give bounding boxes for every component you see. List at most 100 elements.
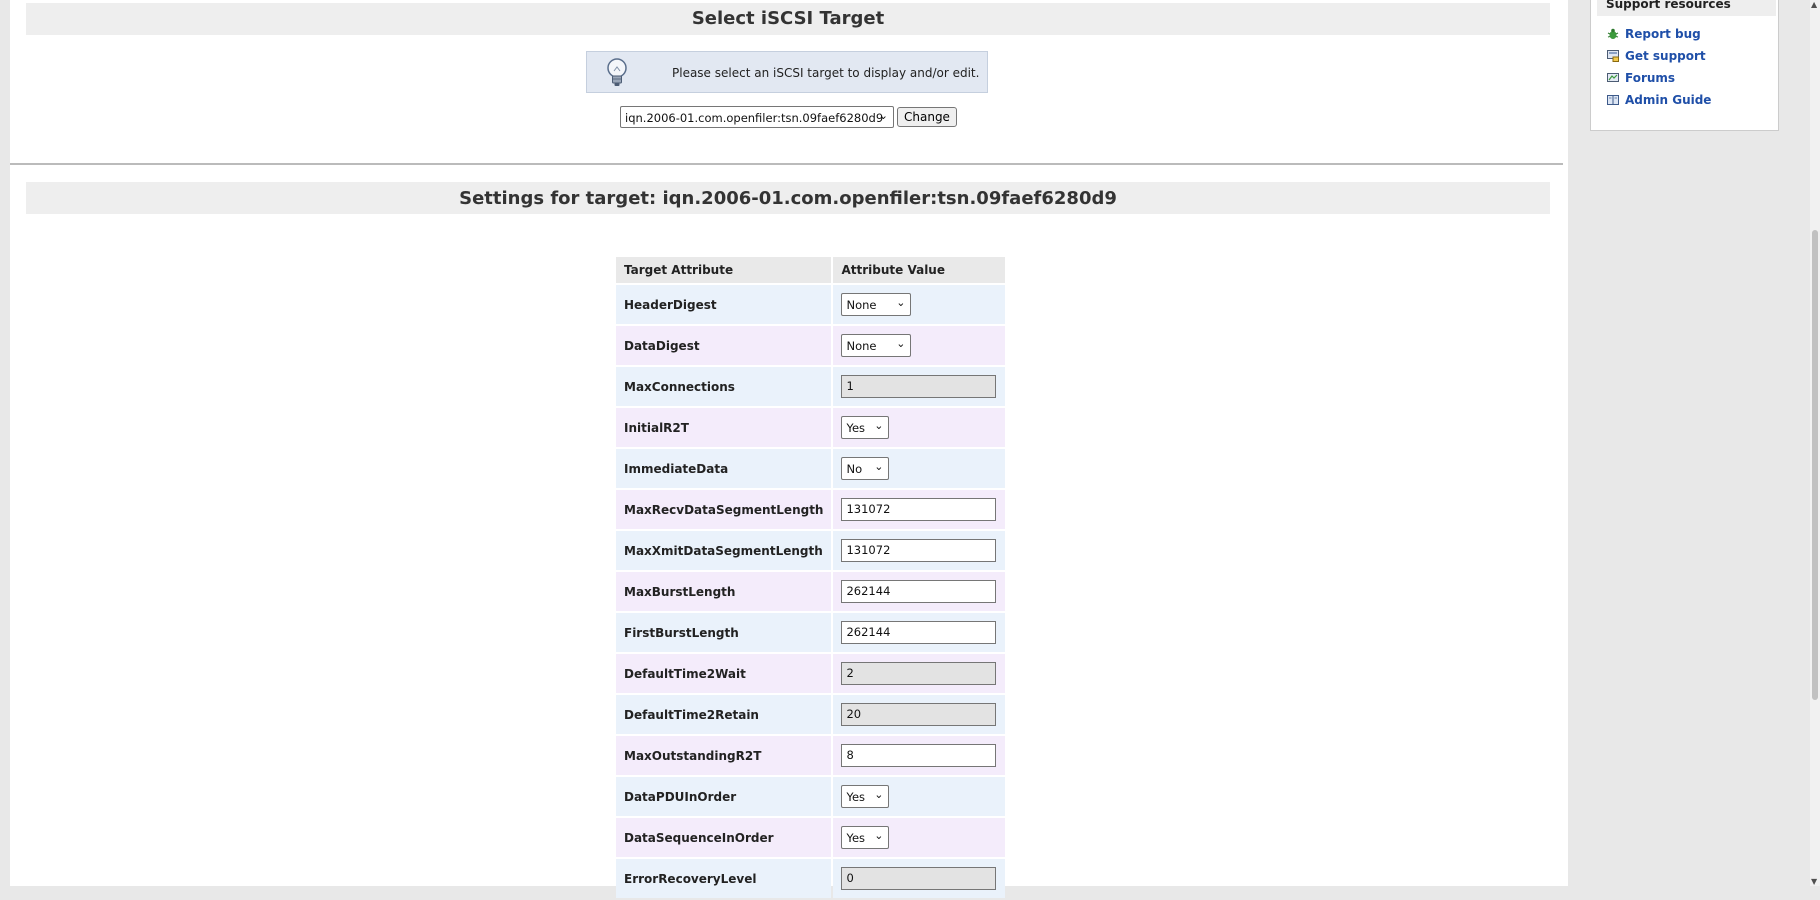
- page-scrollbar[interactable]: ▲ ▼: [1810, 0, 1820, 886]
- attribute-value-cell: No ⌄: [833, 449, 1006, 488]
- table-row: ImmediateData No ⌄: [616, 449, 1006, 488]
- info-text: Please select an iSCSI target to display…: [672, 66, 980, 80]
- attribute-input[interactable]: 262144: [841, 580, 997, 603]
- table-row: HeaderDigest None ⌄: [616, 285, 1006, 324]
- settings-header: Settings for target: iqn.2006-01.com.ope…: [26, 182, 1550, 214]
- scrollbar-thumb[interactable]: [1812, 230, 1818, 700]
- attribute-input[interactable]: 131072: [841, 539, 997, 562]
- attribute-input[interactable]: 8: [841, 744, 997, 767]
- attribute-label: ErrorRecoveryLevel: [616, 859, 832, 898]
- attribute-value-cell: 1: [833, 367, 1006, 406]
- attribute-select[interactable]: Yes ⌄: [841, 785, 890, 808]
- attribute-label: FirstBurstLength: [616, 613, 832, 652]
- admin-guide-link[interactable]: Admin Guide: [1607, 93, 1711, 107]
- attribute-label: DefaultTime2Retain: [616, 695, 832, 734]
- section-divider: [10, 163, 1563, 165]
- table-row: DefaultTime2Wait 2: [616, 654, 1006, 693]
- attribute-input[interactable]: 131072: [841, 498, 997, 521]
- attribute-value-cell: 2: [833, 654, 1006, 693]
- table-row: ErrorRecoveryLevel 0: [616, 859, 1006, 898]
- attribute-label: MaxXmitDataSegmentLength: [616, 531, 832, 570]
- table-row: MaxOutstandingR2T 8: [616, 736, 1006, 775]
- forums-link[interactable]: Forums: [1607, 71, 1675, 85]
- attribute-select-value: None: [846, 298, 877, 312]
- lightbulb-icon: [605, 57, 629, 92]
- attribute-label: InitialR2T: [616, 408, 832, 447]
- attribute-value-cell: None ⌄: [833, 285, 1006, 324]
- chevron-down-icon: ⌄: [874, 829, 884, 842]
- scroll-down-icon[interactable]: ▼: [1811, 877, 1817, 886]
- admin-guide-label: Admin Guide: [1625, 93, 1712, 107]
- bug-icon: [1607, 28, 1619, 39]
- table-row: FirstBurstLength 262144: [616, 613, 1006, 652]
- table-row: DataPDUInOrder Yes ⌄: [616, 777, 1006, 816]
- header-attribute-value: Attribute Value: [833, 257, 1006, 283]
- attribute-select-value: Yes: [846, 421, 866, 435]
- support-icon: [1607, 50, 1619, 62]
- support-sidebar: Support resources Report bug Get support…: [1590, 0, 1779, 131]
- attribute-value-cell: 0: [833, 859, 1006, 898]
- chevron-down-icon: ⌄: [874, 460, 884, 473]
- target-select[interactable]: iqn.2006-01.com.openfiler:tsn.09faef6280…: [620, 106, 894, 128]
- attribute-select[interactable]: No ⌄: [841, 457, 890, 480]
- attribute-label: MaxBurstLength: [616, 572, 832, 611]
- chevron-down-icon: ⌄: [874, 788, 884, 801]
- attribute-select-value: None: [846, 339, 877, 353]
- get-support-link[interactable]: Get support: [1607, 49, 1706, 63]
- attribute-readonly-field: 1: [841, 375, 997, 398]
- target-select-row: iqn.2006-01.com.openfiler:tsn.09faef6280…: [620, 106, 957, 128]
- attribute-value-cell: Yes ⌄: [833, 777, 1006, 816]
- attribute-input[interactable]: 262144: [841, 621, 997, 644]
- attribute-value-cell: Yes ⌄: [833, 408, 1006, 447]
- table-row: DataDigest None ⌄: [616, 326, 1006, 365]
- report-bug-label: Report bug: [1625, 27, 1701, 41]
- main-content: Select iSCSI Target Please select an iSC…: [10, 0, 1568, 898]
- forums-label: Forums: [1625, 71, 1676, 85]
- report-bug-link[interactable]: Report bug: [1607, 27, 1701, 41]
- settings-title: Settings for target: iqn.2006-01.com.ope…: [459, 188, 1117, 209]
- table-row: MaxRecvDataSegmentLength 131072: [616, 490, 1006, 529]
- attribute-label: DataPDUInOrder: [616, 777, 832, 816]
- attribute-select[interactable]: None ⌄: [841, 334, 912, 357]
- attribute-select[interactable]: Yes ⌄: [841, 826, 890, 849]
- attribute-value-cell: 131072: [833, 531, 1006, 570]
- select-target-title: Select iSCSI Target: [691, 8, 885, 29]
- attribute-select[interactable]: None ⌄: [841, 293, 912, 316]
- scroll-up-icon[interactable]: ▲: [1811, 0, 1817, 9]
- attribute-readonly-field: 20: [841, 703, 997, 726]
- chevron-down-icon: ⌄: [896, 337, 906, 350]
- attribute-value-cell: 262144: [833, 572, 1006, 611]
- forums-icon: [1607, 73, 1619, 82]
- table-row: MaxBurstLength 262144: [616, 572, 1006, 611]
- table-row: MaxConnections 1: [616, 367, 1006, 406]
- change-button[interactable]: Change: [897, 107, 957, 127]
- table-row: MaxXmitDataSegmentLength 131072: [616, 531, 1006, 570]
- attribute-value-cell: 20: [833, 695, 1006, 734]
- attribute-value-cell: 262144: [833, 613, 1006, 652]
- support-resources-title: Support resources: [1597, 0, 1776, 16]
- attribute-label: ImmediateData: [616, 449, 832, 488]
- attribute-select[interactable]: Yes ⌄: [841, 416, 890, 439]
- attribute-label: DataSequenceInOrder: [616, 818, 832, 857]
- attribute-label: HeaderDigest: [616, 285, 832, 324]
- attribute-value-cell: 8: [833, 736, 1006, 775]
- attribute-label: DataDigest: [616, 326, 832, 365]
- select-target-header: Select iSCSI Target: [26, 3, 1550, 35]
- attribute-readonly-field: 0: [841, 867, 997, 890]
- attributes-table-body: HeaderDigest None ⌄ DataDigest None ⌄ MaxConne…: [616, 285, 1006, 898]
- book-icon: [1607, 95, 1619, 105]
- attribute-value-cell: 131072: [833, 490, 1006, 529]
- table-header-row: Target Attribute Attribute Value: [616, 257, 1006, 283]
- attribute-select-value: No: [846, 462, 863, 476]
- table-row: DefaultTime2Retain 20: [616, 695, 1006, 734]
- get-support-label: Get support: [1625, 49, 1706, 63]
- info-box: Please select an iSCSI target to display…: [586, 51, 988, 93]
- table-row: InitialR2T Yes ⌄: [616, 408, 1006, 447]
- chevron-down-icon: ⌄: [878, 109, 888, 122]
- attribute-label: DefaultTime2Wait: [616, 654, 832, 693]
- attribute-select-value: Yes: [846, 831, 866, 845]
- chevron-down-icon: ⌄: [896, 296, 906, 309]
- attribute-label: MaxConnections: [616, 367, 832, 406]
- attribute-select-value: Yes: [846, 790, 866, 804]
- attributes-table: Target Attribute Attribute Value HeaderD…: [614, 255, 1007, 900]
